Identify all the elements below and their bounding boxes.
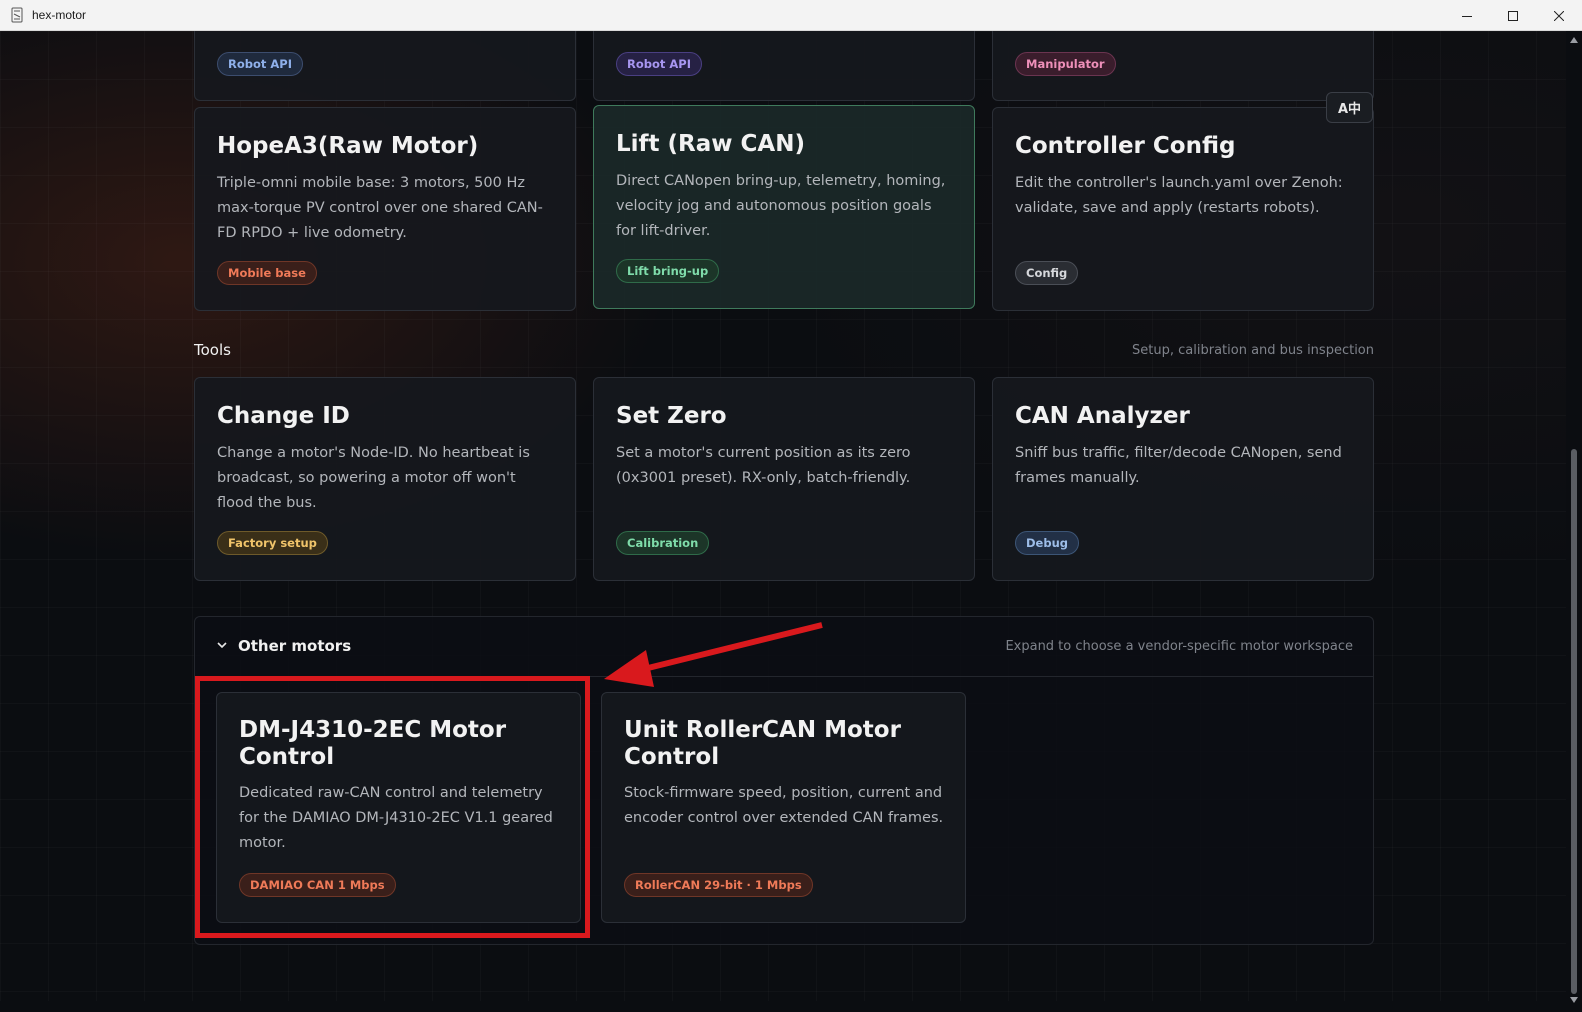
section-title-tools: Tools bbox=[194, 341, 231, 359]
main-content: Robot API Robot API Manipulator HopeA3(R… bbox=[0, 31, 1582, 1012]
card-hopea3-raw-motor[interactable]: HopeA3(Raw Motor) Triple-omni mobile bas… bbox=[194, 107, 576, 311]
close-icon bbox=[1554, 10, 1564, 21]
minimize-icon bbox=[1462, 15, 1472, 17]
scroll-down-icon bbox=[1570, 997, 1578, 1003]
card-description: Sniff bus traffic, filter/decode CANopen… bbox=[1015, 445, 1342, 486]
maximize-icon bbox=[1508, 10, 1518, 21]
card-change-id[interactable]: Change ID Change a motor's Node-ID. No h… bbox=[194, 377, 576, 581]
card-lift-raw-can[interactable]: Lift (Raw CAN) Direct CANopen bring-up, … bbox=[593, 105, 975, 309]
tag-badge: RollerCAN 29-bit · 1 Mbps bbox=[624, 873, 813, 897]
card-unit-rollercan[interactable]: Unit RollerCAN Motor Control Stock-firmw… bbox=[601, 692, 966, 923]
card-description: Stock-firmware speed, position, current … bbox=[624, 785, 944, 826]
card-description: Triple-omni mobile base: 3 motors, 500 H… bbox=[217, 175, 543, 241]
card-title: Controller Config bbox=[1015, 133, 1236, 159]
card-title: Change ID bbox=[217, 403, 350, 429]
window-titlebar: hex-motor bbox=[0, 0, 1582, 31]
card-description: Edit the controller's launch.yaml over Z… bbox=[1015, 175, 1343, 216]
scrollbar-thumb[interactable] bbox=[1571, 449, 1577, 994]
card-title: Unit RollerCAN Motor Control bbox=[624, 717, 901, 770]
vertical-scrollbar[interactable] bbox=[1566, 31, 1582, 1012]
card-title: Lift (Raw CAN) bbox=[616, 131, 805, 157]
top-card-2[interactable]: Robot API bbox=[593, 31, 975, 101]
card-can-analyzer[interactable]: CAN Analyzer Sniff bus traffic, filter/d… bbox=[992, 377, 1374, 581]
card-title: Set Zero bbox=[616, 403, 727, 429]
section-hint-tools: Setup, calibration and bus inspection bbox=[1132, 343, 1374, 358]
tag-badge: Mobile base bbox=[217, 261, 317, 285]
other-motors-toggle[interactable]: Other motors bbox=[238, 637, 351, 655]
tag-badge: Config bbox=[1015, 261, 1079, 285]
chevron-down-icon[interactable] bbox=[215, 637, 229, 651]
annotation-highlight-box bbox=[195, 676, 590, 938]
top-card-1[interactable]: Robot API bbox=[194, 31, 576, 101]
tag-badge: Calibration bbox=[616, 531, 710, 555]
card-title: CAN Analyzer bbox=[1015, 403, 1190, 429]
tag-badge: Factory setup bbox=[217, 531, 328, 555]
minimize-button[interactable] bbox=[1444, 0, 1490, 31]
card-set-zero[interactable]: Set Zero Set a motor's current position … bbox=[593, 377, 975, 581]
tag-badge: Robot API bbox=[217, 52, 303, 76]
window-title: hex-motor bbox=[32, 8, 87, 22]
card-description: Change a motor's Node-ID. No heartbeat i… bbox=[217, 445, 530, 511]
bottom-strip bbox=[0, 1001, 1566, 1012]
app-icon bbox=[10, 7, 24, 23]
tag-badge: Debug bbox=[1015, 531, 1079, 555]
tag-badge: Robot API bbox=[616, 52, 702, 76]
scroll-up-icon bbox=[1570, 37, 1578, 43]
tag-badge: Lift bring-up bbox=[616, 259, 720, 283]
language-toggle-button[interactable]: A中 bbox=[1326, 92, 1373, 123]
tag-badge: Manipulator bbox=[1015, 52, 1116, 76]
card-title: HopeA3(Raw Motor) bbox=[217, 133, 479, 159]
annotation-arrow-icon bbox=[604, 622, 823, 687]
top-card-3[interactable]: Manipulator bbox=[992, 31, 1374, 101]
card-description: Set a motor's current position as its ze… bbox=[616, 445, 911, 486]
maximize-button[interactable] bbox=[1490, 0, 1536, 31]
card-controller-config[interactable]: Controller Config Edit the controller's … bbox=[992, 107, 1374, 311]
card-description: Direct CANopen bring-up, telemetry, homi… bbox=[616, 173, 946, 239]
close-button[interactable] bbox=[1536, 0, 1582, 31]
other-motors-hint: Expand to choose a vendor-specific motor… bbox=[1005, 639, 1353, 654]
